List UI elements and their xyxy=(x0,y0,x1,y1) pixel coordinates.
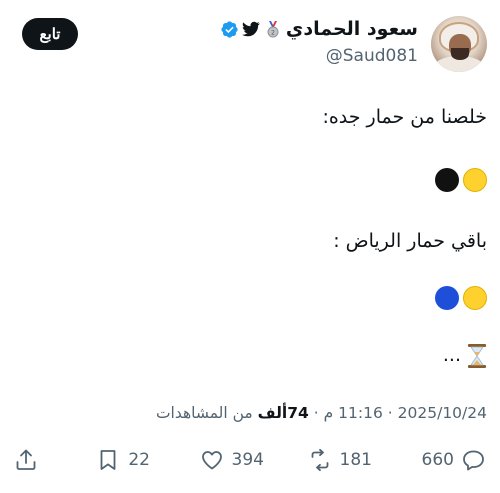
reply-count: 660 xyxy=(421,450,454,470)
like-button[interactable]: 394 xyxy=(200,448,264,472)
blue-circle-icon xyxy=(435,285,459,310)
retweet-icon xyxy=(311,448,328,472)
tweet-actions: 660 181 394 22 xyxy=(0,442,500,482)
reply-button[interactable]: 660 xyxy=(422,448,486,472)
twitter-bird-icon xyxy=(241,20,260,38)
tweet-line-3: ... xyxy=(443,342,487,369)
verified-badge-icon xyxy=(220,20,238,38)
yellow-circle-icon xyxy=(463,167,487,192)
tweet-line-2: باقي حمار الرياض : xyxy=(333,230,487,252)
like-icon xyxy=(201,451,222,470)
tweet-line-1: خلصنا من حمار جده: xyxy=(322,106,487,128)
reply-icon xyxy=(463,450,484,471)
tweet-header: سعود الحمادي 2 @Saud081 تابع xyxy=(0,14,500,74)
tweet-emoji-row-2 xyxy=(431,284,487,310)
like-count: 394 xyxy=(231,450,264,470)
avatar[interactable] xyxy=(431,16,487,72)
share-button[interactable] xyxy=(14,448,38,472)
meta-separator: · xyxy=(387,404,393,422)
svg-text:2: 2 xyxy=(271,30,275,37)
bookmark-button[interactable]: 22 xyxy=(96,448,150,472)
retweet-count: 181 xyxy=(339,450,372,470)
retweet-button[interactable]: 181 xyxy=(308,448,372,472)
tweet-meta: 2025/10/24 · 11:16 م · 74ألف من المشاهدا… xyxy=(156,404,487,422)
silver-medal-icon: 2 xyxy=(264,20,282,38)
bookmark-icon xyxy=(100,450,116,470)
share-icon xyxy=(16,449,36,470)
meta-separator: · xyxy=(313,404,319,422)
yellow-circle-icon xyxy=(463,285,487,310)
tweet-date[interactable]: 2025/10/24 xyxy=(398,404,487,422)
follow-button[interactable]: تابع xyxy=(22,18,78,50)
views-label: من المشاهدات xyxy=(155,404,253,422)
author-display-name[interactable]: سعود الحمادي xyxy=(286,18,418,40)
hourglass-icon xyxy=(467,343,487,369)
author-name-row: سعود الحمادي 2 xyxy=(220,18,418,40)
black-circle-icon xyxy=(435,167,459,192)
views-count: 74ألف xyxy=(257,404,309,422)
tweet-emoji-row-1 xyxy=(431,166,487,192)
author-handle[interactable]: @Saud081 xyxy=(326,46,418,66)
tweet-time[interactable]: 11:16 م xyxy=(324,404,383,422)
bookmark-count: 22 xyxy=(128,450,150,470)
tweet-ellipsis: ... xyxy=(442,344,461,366)
